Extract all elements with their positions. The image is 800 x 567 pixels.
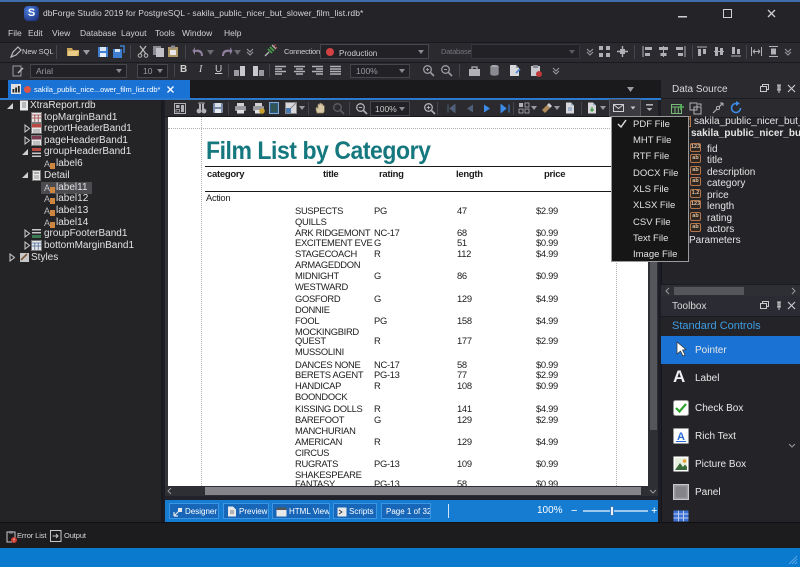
svg-text:A: A [44,194,50,204]
svg-text:A: A [44,218,50,228]
svg-text:A: A [44,183,50,193]
svg-text:A: A [44,159,50,169]
svg-text:A: A [44,206,50,216]
